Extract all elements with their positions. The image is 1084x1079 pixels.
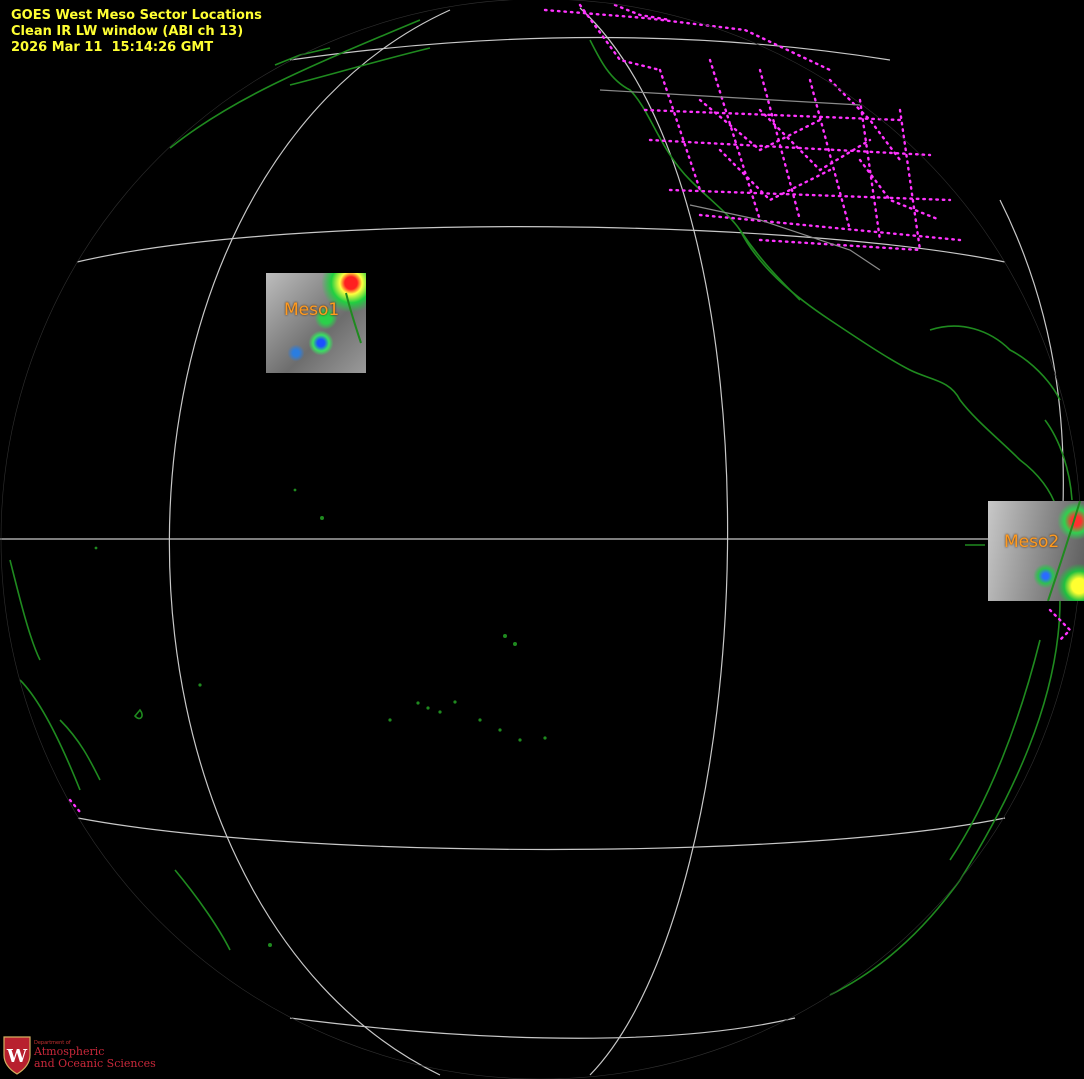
political-borders <box>68 3 1072 814</box>
map-title: GOES West Meso Sector Locations <box>11 8 262 23</box>
globe-map <box>0 0 1084 1079</box>
timestamp: 2026 Mar 11 15:14:26 GMT <box>11 40 214 55</box>
border-lines <box>599 89 881 271</box>
graticule <box>0 7 1084 1076</box>
meso1-label: Meso1 <box>284 300 340 320</box>
logo-line2: and Oceanic Sciences <box>34 1057 156 1070</box>
svg-text:W: W <box>6 1046 28 1067</box>
meso1-coastline <box>345 292 362 344</box>
coastlines <box>9 19 1073 996</box>
meso2-label: Meso2 <box>1004 532 1060 552</box>
islands <box>94 488 547 947</box>
meso1-sector[interactable] <box>266 273 366 373</box>
product-label: Clean IR LW window (ABI ch 13) <box>11 24 244 39</box>
